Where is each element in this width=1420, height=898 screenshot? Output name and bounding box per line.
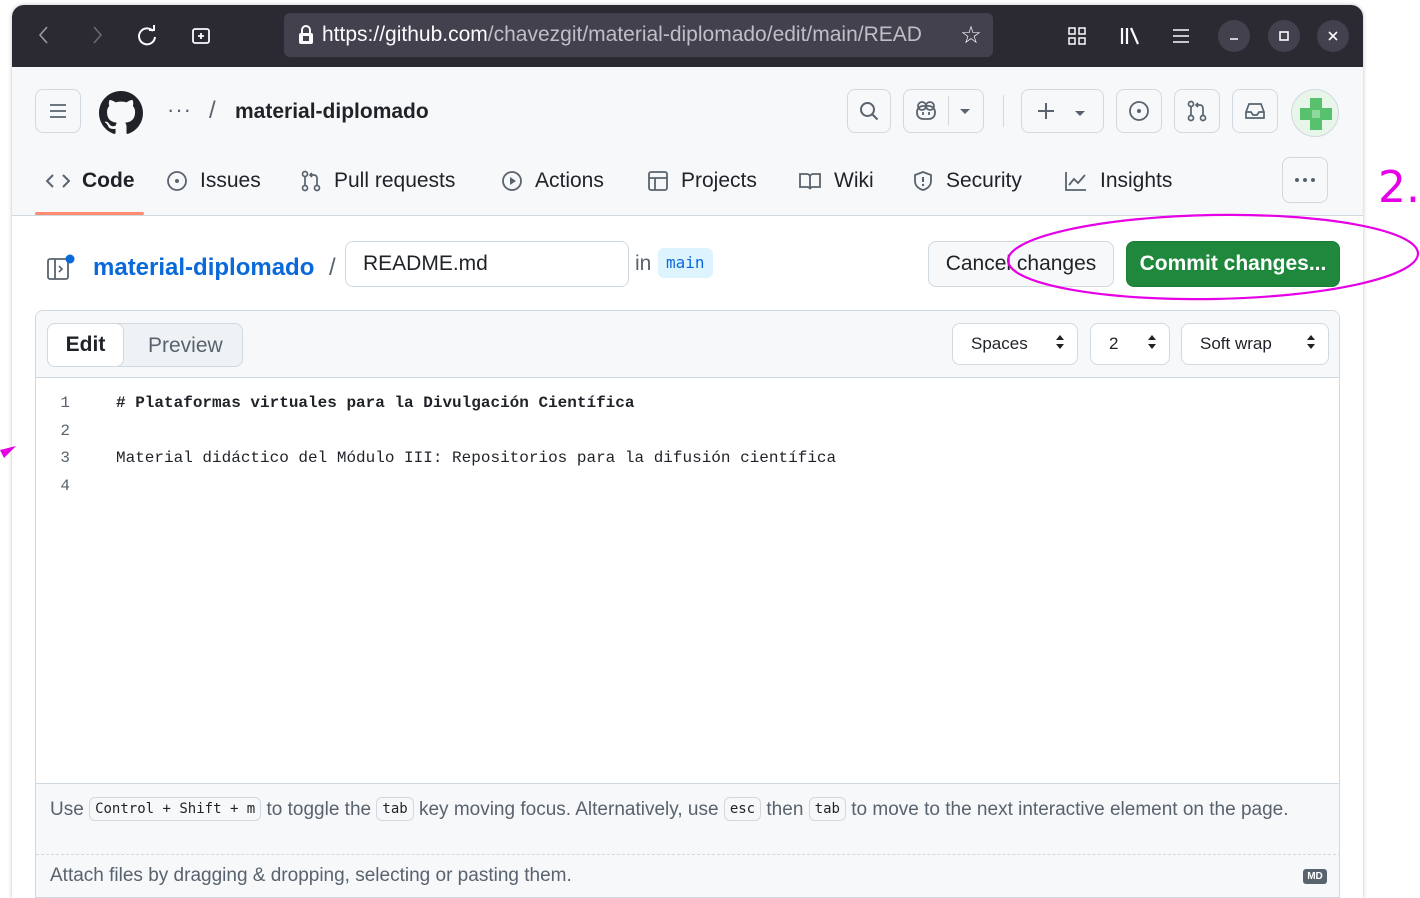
annotation-ellipse [1006,213,1420,301]
annotation-arrow [0,446,16,458]
annotation-overlay [0,213,1420,458]
annotation-label: 2. [1378,162,1420,213]
